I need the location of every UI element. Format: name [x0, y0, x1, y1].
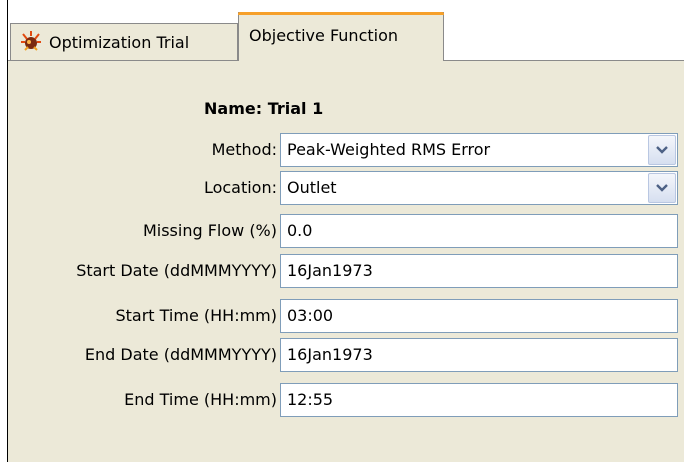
- active-tab-accent: [238, 12, 444, 15]
- objective-function-window: Optimization Trial Objective Function Na…: [0, 0, 684, 462]
- end-time-label: End Time (HH:mm): [124, 390, 277, 409]
- missing-flow-row: Missing Flow (%) 0.0: [8, 214, 684, 248]
- start-time-row: Start Time (HH:mm) 03:00: [8, 299, 684, 333]
- name-label: Name: Trial 1: [8, 92, 684, 126]
- method-label: Method:: [211, 140, 277, 159]
- location-dropdown-value: Outlet: [287, 178, 337, 197]
- end-time-input[interactable]: 12:55: [280, 383, 678, 417]
- tab-objective-function-label: Objective Function: [249, 25, 399, 45]
- start-time-label: Start Time (HH:mm): [115, 306, 277, 325]
- chevron-down-icon: [656, 146, 668, 154]
- end-date-label: End Date (ddMMMYYYY): [84, 345, 277, 364]
- tab-optimization-trial[interactable]: Optimization Trial: [10, 23, 238, 60]
- end-time-row: End Time (HH:mm) 12:55: [8, 383, 684, 417]
- missing-flow-input[interactable]: 0.0: [280, 214, 678, 248]
- location-dropdown[interactable]: Outlet: [280, 171, 678, 205]
- objective-function-panel: Name: Trial 1 Method: Peak-Weighted RMS …: [8, 60, 684, 462]
- method-dropdown-button[interactable]: [648, 135, 676, 165]
- optimization-trial-icon: [21, 31, 41, 51]
- end-date-row: End Date (ddMMMYYYY) 16Jan1973: [8, 338, 684, 372]
- chevron-down-icon: [656, 184, 668, 192]
- method-row: Method: Peak-Weighted RMS Error: [8, 133, 684, 167]
- location-label: Location:: [203, 178, 277, 197]
- name-value: Trial 1: [267, 99, 324, 118]
- start-date-row: Start Date (ddMMMYYYY) 16Jan1973: [8, 254, 684, 288]
- location-dropdown-button[interactable]: [648, 173, 676, 203]
- method-dropdown-value: Peak-Weighted RMS Error: [287, 140, 491, 159]
- tab-objective-function[interactable]: Objective Function: [238, 12, 444, 61]
- start-time-input[interactable]: 03:00: [280, 299, 678, 333]
- method-dropdown[interactable]: Peak-Weighted RMS Error: [280, 133, 678, 167]
- tab-optimization-trial-label: Optimization Trial: [49, 32, 190, 52]
- name-row: Name: Trial 1: [8, 92, 684, 126]
- tab-strip: Optimization Trial Objective Function: [8, 0, 684, 61]
- missing-flow-label: Missing Flow (%): [142, 221, 277, 240]
- name-label-text: Name:: [204, 99, 263, 118]
- start-date-input[interactable]: 16Jan1973: [280, 254, 678, 288]
- location-row: Location: Outlet: [8, 171, 684, 205]
- start-date-label: Start Date (ddMMMYYYY): [76, 261, 277, 280]
- end-date-input[interactable]: 16Jan1973: [280, 338, 678, 372]
